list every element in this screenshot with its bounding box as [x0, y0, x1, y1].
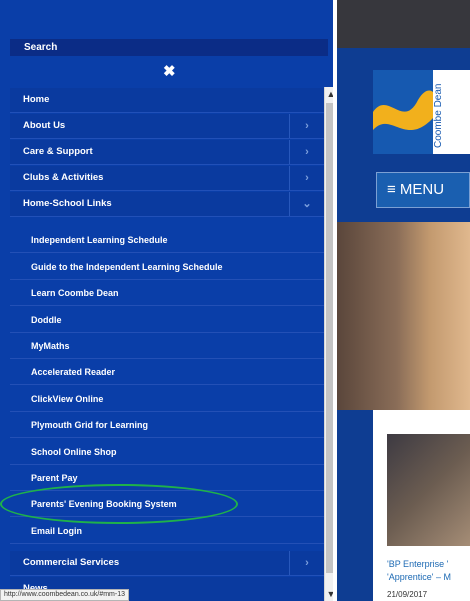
- submenu-item-accelerated-reader[interactable]: Accelerated Reader: [10, 359, 324, 385]
- menu-item-label: Care & Support: [23, 146, 93, 157]
- news-date: 21/09/2017: [387, 590, 428, 599]
- news-title-line: 'BP Enterprise ': [387, 559, 449, 569]
- chevron-right-icon[interactable]: ›: [289, 114, 324, 138]
- logo-emblem-icon: Coombe Dean: [373, 70, 444, 154]
- site-menu-button[interactable]: ≡ MENU: [376, 172, 470, 208]
- search-box[interactable]: Search: [10, 39, 328, 56]
- menu-item-home-school-links[interactable]: Home-School Links ⌄: [10, 192, 324, 217]
- menu-item-clubs-activities[interactable]: Clubs & Activities ›: [10, 166, 324, 191]
- scrollbar-thumb[interactable]: [326, 103, 333, 573]
- chevron-down-icon[interactable]: ⌄: [289, 192, 324, 216]
- news-title-line: 'Apprentice' – M: [387, 572, 451, 582]
- menu-item-label: Home-School Links: [23, 198, 112, 209]
- submenu-item-school-online-shop[interactable]: School Online Shop: [10, 439, 324, 465]
- submenu-item-clickview-online[interactable]: ClickView Online: [10, 386, 324, 412]
- chevron-right-icon[interactable]: ›: [289, 166, 324, 190]
- submenu-item-guide-ils[interactable]: Guide to the Independent Learning Schedu…: [10, 254, 324, 280]
- news-card[interactable]: 'BP Enterprise ' 'Apprentice' – M 21/09/…: [373, 410, 470, 601]
- submenu-item-independent-learning-schedule[interactable]: Independent Learning Schedule: [10, 227, 324, 253]
- site-top-bar: [337, 0, 470, 48]
- submenu-item-learn-coombe-dean[interactable]: Learn Coombe Dean: [10, 280, 324, 306]
- chevron-right-icon[interactable]: ›: [289, 551, 324, 575]
- website-background: Coombe Dean ≡ MENU 'BP Enterprise ' 'App…: [337, 0, 470, 601]
- scroll-up-arrow-icon[interactable]: ▲: [325, 87, 333, 101]
- logo-text: Coombe Dean: [433, 84, 444, 148]
- menu-item-label: Clubs & Activities: [23, 172, 104, 183]
- scroll-down-arrow-icon[interactable]: ▼: [325, 587, 333, 601]
- close-icon[interactable]: ✖: [163, 63, 176, 81]
- menu-item-label: Home: [23, 94, 50, 105]
- menu-item-about-us[interactable]: About Us ›: [10, 114, 324, 139]
- submenu-item-mymaths[interactable]: MyMaths: [10, 333, 324, 359]
- school-logo[interactable]: Coombe Dean: [373, 70, 470, 154]
- submenu-item-parents-evening-booking[interactable]: Parents' Evening Booking System: [10, 491, 324, 517]
- scrollbar[interactable]: ▲ ▼: [324, 87, 333, 601]
- submenu-item-email-login[interactable]: Email Login: [10, 518, 324, 544]
- hero-image: [337, 222, 470, 410]
- chevron-right-icon[interactable]: ›: [289, 140, 324, 164]
- submenu-item-parent-pay[interactable]: Parent Pay: [10, 465, 324, 491]
- submenu-item-plymouth-grid[interactable]: Plymouth Grid for Learning: [10, 412, 324, 438]
- menu-item-label: Commercial Services: [23, 557, 120, 568]
- status-url-bar: http://www.coombedean.co.uk/#mm-13: [0, 589, 130, 601]
- menu-item-commercial-services[interactable]: Commercial Services ›: [10, 551, 324, 576]
- news-title[interactable]: 'BP Enterprise ' 'Apprentice' – M: [387, 558, 470, 584]
- news-photo[interactable]: [387, 434, 470, 546]
- menu-item-home[interactable]: Home: [10, 88, 324, 113]
- slide-out-menu: Search ✖ Home About Us › Care & Support › …: [0, 0, 333, 601]
- menu-item-label: About Us: [23, 120, 66, 131]
- menu-item-care-support[interactable]: Care & Support ›: [10, 140, 324, 165]
- submenu-item-doddle[interactable]: Doddle: [10, 307, 324, 333]
